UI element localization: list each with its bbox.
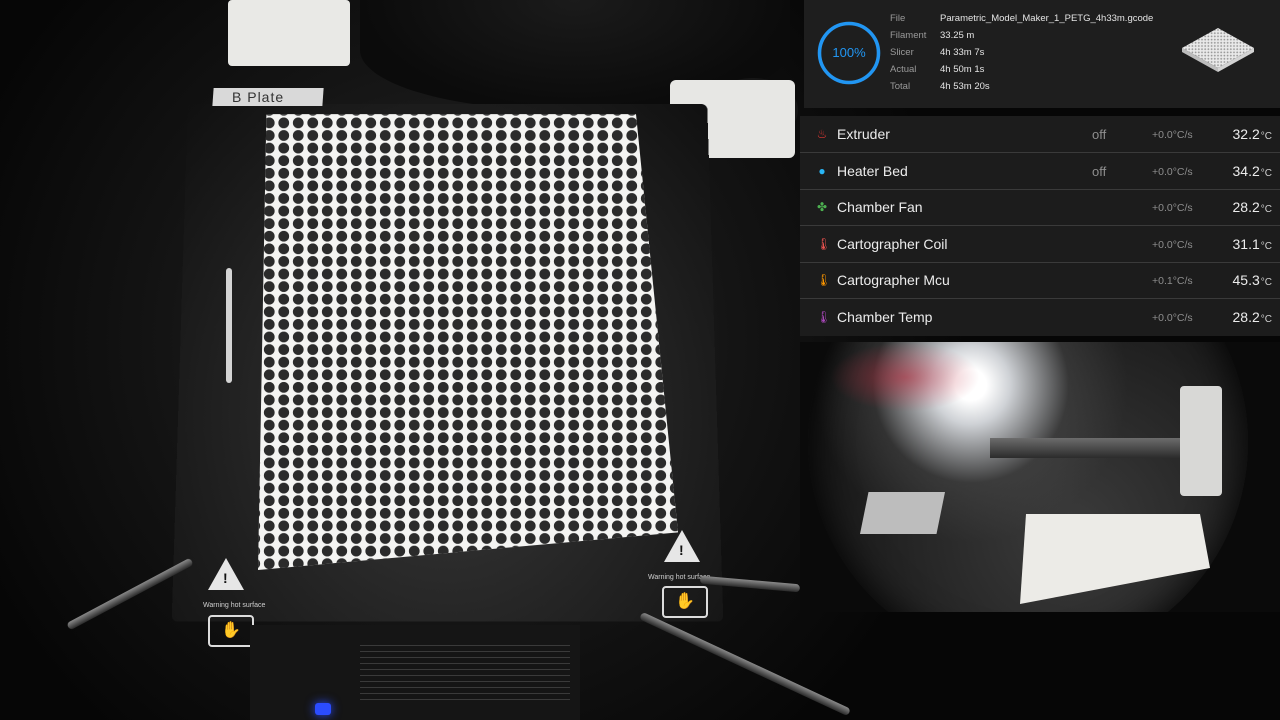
temp-rate: +0.0°C/s (1152, 239, 1193, 251)
job-info-table: File Parametric_Model_Maker_1_PETG_4h33m… (890, 12, 1153, 97)
camera-toolhead (1180, 386, 1222, 496)
fan-icon: ✤ (816, 200, 828, 214)
actual-time: 4h 50m 1s (940, 63, 985, 75)
current-temp: 31.1°C (1232, 236, 1272, 252)
filament-used: 33.25 m (940, 29, 975, 41)
temperature-sensor-table: ♨ Extruder off +0.0°C/s 32.2°C ● Heater … (800, 116, 1280, 336)
warning-triangle-icon (208, 558, 244, 590)
thermometer-icon: 🌡︎ (816, 310, 832, 324)
temp-rate: +0.0°C/s (1152, 202, 1193, 214)
job-info-key: Slicer (890, 46, 914, 58)
job-info-row: Total 4h 53m 20s (890, 80, 1153, 97)
sensor-name: Heater Bed (837, 163, 908, 179)
current-temp: 28.2°C (1232, 309, 1272, 325)
job-info-row: Filament 33.25 m (890, 29, 1153, 46)
plate-label-text: B Plate (232, 89, 285, 105)
temp-rate: +0.0°C/s (1152, 166, 1193, 178)
sensor-row-cartographer-coil[interactable]: 🌡︎ Cartographer Coil +0.0°C/s 31.1°C (800, 226, 1280, 263)
warning-hand-icon: ✋ (208, 615, 254, 647)
slicer-time: 4h 33m 7s (940, 46, 985, 58)
job-info-row: Actual 4h 50m 1s (890, 63, 1153, 80)
progress-percent: 100% (832, 45, 866, 60)
temp-rate: +0.1°C/s (1152, 275, 1193, 287)
sensor-row-extruder[interactable]: ♨ Extruder off +0.0°C/s 32.2°C (800, 116, 1280, 153)
current-temp: 34.2°C (1232, 163, 1272, 179)
printer-spec-table (360, 640, 570, 700)
job-info-key: Total (890, 80, 911, 92)
flame-icon: ♨ (816, 127, 828, 141)
current-temp: 45.3°C (1232, 272, 1272, 288)
sensor-name: Cartographer Mcu (837, 272, 950, 288)
camera-light-flare (830, 342, 980, 412)
thermometer-icon: 🌡︎ (816, 273, 832, 287)
warning-triangle-icon (664, 530, 700, 562)
sensor-name: Chamber Fan (837, 199, 923, 215)
heater-state: off (1092, 127, 1107, 142)
filament-box (228, 0, 350, 66)
warning-text: Warning hot surface (203, 602, 266, 609)
file-name: Parametric_Model_Maker_1_PETG_4h33m.gcod… (940, 12, 1154, 24)
radiator-icon: ● (818, 164, 826, 178)
honeycomb-build-plate (258, 114, 678, 570)
sensor-row-heater-bed[interactable]: ● Heater Bed off +0.0°C/s 34.2°C (800, 153, 1280, 190)
sensor-row-chamber-fan[interactable]: ✤ Chamber Fan +0.0°C/s 28.2°C (800, 189, 1280, 226)
bed-rail (639, 611, 851, 717)
total-time: 4h 53m 20s (940, 80, 990, 92)
sensor-name: Chamber Temp (837, 309, 933, 325)
job-info-key: Actual (890, 63, 917, 75)
camera-plate-reflection (860, 492, 945, 534)
current-temp: 32.2°C (1232, 126, 1272, 142)
print-status-panel: 100% File Parametric_Model_Maker_1_PETG_… (804, 0, 1280, 108)
warning-hand-icon: ✋ (662, 586, 708, 618)
thermometer-icon: 🌡︎ (816, 237, 832, 251)
heater-state: off (1092, 164, 1107, 179)
current-temp: 28.2°C (1232, 199, 1272, 215)
side-light-bar (226, 268, 232, 383)
job-info-row: File Parametric_Model_Maker_1_PETG_4h33m… (890, 12, 1153, 29)
chamber-camera-view[interactable] (800, 342, 1280, 612)
status-led (315, 703, 331, 715)
temp-rate: +0.0°C/s (1152, 129, 1193, 141)
temp-rate: +0.0°C/s (1152, 312, 1193, 324)
job-info-key: Filament (890, 29, 927, 41)
sensor-row-cartographer-mcu[interactable]: 🌡︎ Cartographer Mcu +0.1°C/s 45.3°C (800, 262, 1280, 299)
job-info-key: File (890, 12, 906, 24)
print-thumbnail[interactable] (1178, 22, 1258, 86)
sensor-name: Cartographer Coil (837, 236, 948, 252)
job-info-row: Slicer 4h 33m 7s (890, 46, 1153, 63)
sensor-name: Extruder (837, 126, 890, 142)
sensor-row-chamber-temp[interactable]: 🌡︎ Chamber Temp +0.0°C/s 28.2°C (800, 299, 1280, 335)
